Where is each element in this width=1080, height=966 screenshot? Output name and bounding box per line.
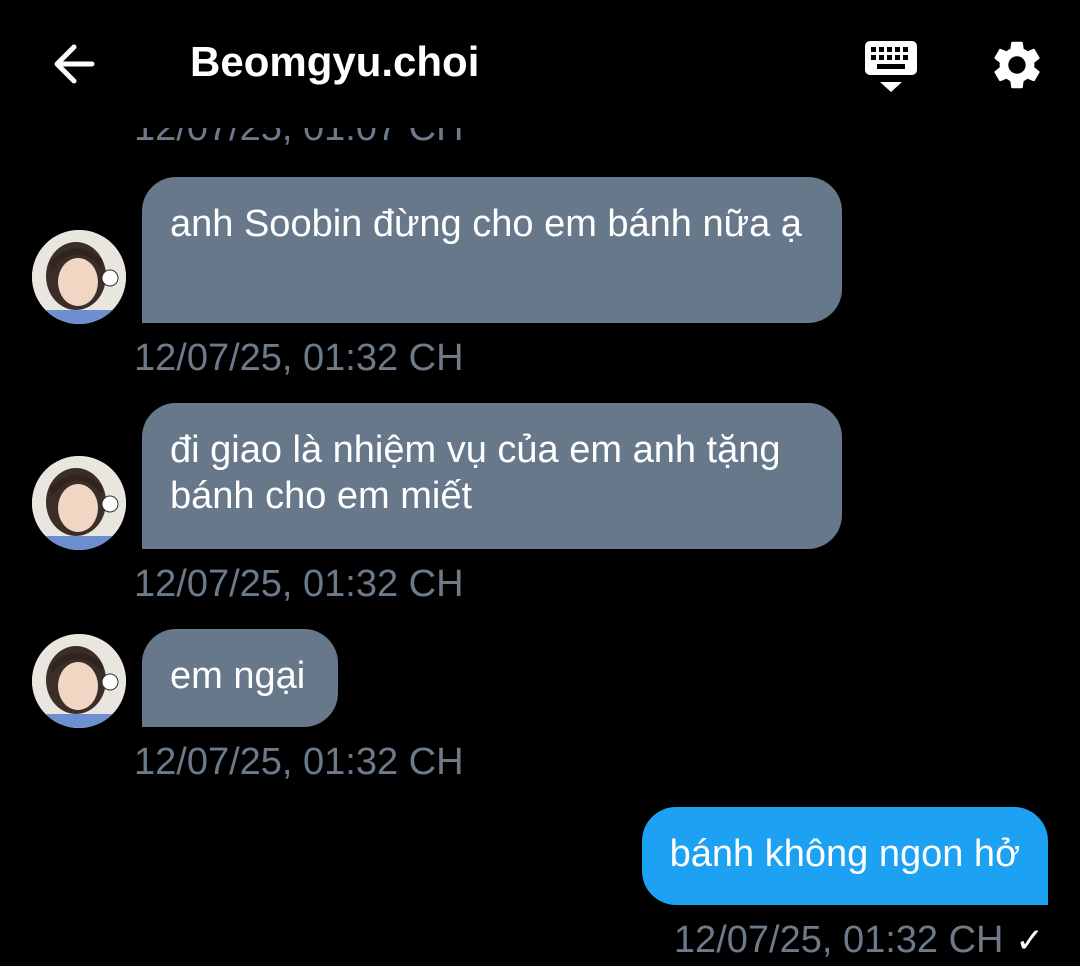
avatar[interactable] <box>32 634 126 728</box>
message-timestamp: 12/07/25, 01:32 CH <box>673 919 1004 961</box>
avatar[interactable] <box>32 230 126 324</box>
message-timestamp: 12/07/25, 01:32 CH <box>134 563 464 605</box>
gear-icon <box>994 41 1040 89</box>
avatar[interactable] <box>32 456 126 550</box>
back-button[interactable] <box>48 38 100 90</box>
keyboard-icon <box>865 41 917 92</box>
settings-button[interactable] <box>988 36 1046 94</box>
arrow-left-icon <box>54 44 95 84</box>
chat-header: Beomgyu.choi <box>0 0 1080 128</box>
avatar-photo <box>32 230 126 324</box>
message-text: em ngại <box>170 655 306 697</box>
chat-thread[interactable]: 12/07/25, 01:07 CH anh Soobin đừng cho e… <box>0 0 1080 966</box>
incoming-message-bubble[interactable]: em ngại <box>142 629 338 727</box>
message-timestamp: 12/07/25, 01:32 CH <box>134 337 464 379</box>
sent-check-icon: ✓ <box>1015 922 1045 960</box>
message-text: đi giao là nhiệm vụ của em anh tặng bánh… <box>170 429 781 517</box>
message-timestamp: 12/07/25, 01:32 CH <box>134 741 464 783</box>
message-timestamp-row: 12/07/25, 01:32 CH ✓ <box>674 918 1044 963</box>
message-text: bánh không ngon hở <box>669 833 1020 875</box>
avatar-photo <box>32 634 126 728</box>
message-text: anh Soobin đừng cho em bánh nữa ạ <box>170 203 802 245</box>
conversation-title: Beomgyu.choi <box>190 38 480 85</box>
incoming-message-bubble[interactable]: anh Soobin đừng cho em bánh nữa ạ <box>142 177 842 323</box>
outgoing-message-bubble[interactable]: bánh không ngon hở <box>641 807 1048 905</box>
incoming-message-bubble[interactable]: đi giao là nhiệm vụ của em anh tặng bánh… <box>142 403 842 549</box>
avatar-photo <box>32 456 126 550</box>
keyboard-toggle-button[interactable] <box>862 38 920 96</box>
